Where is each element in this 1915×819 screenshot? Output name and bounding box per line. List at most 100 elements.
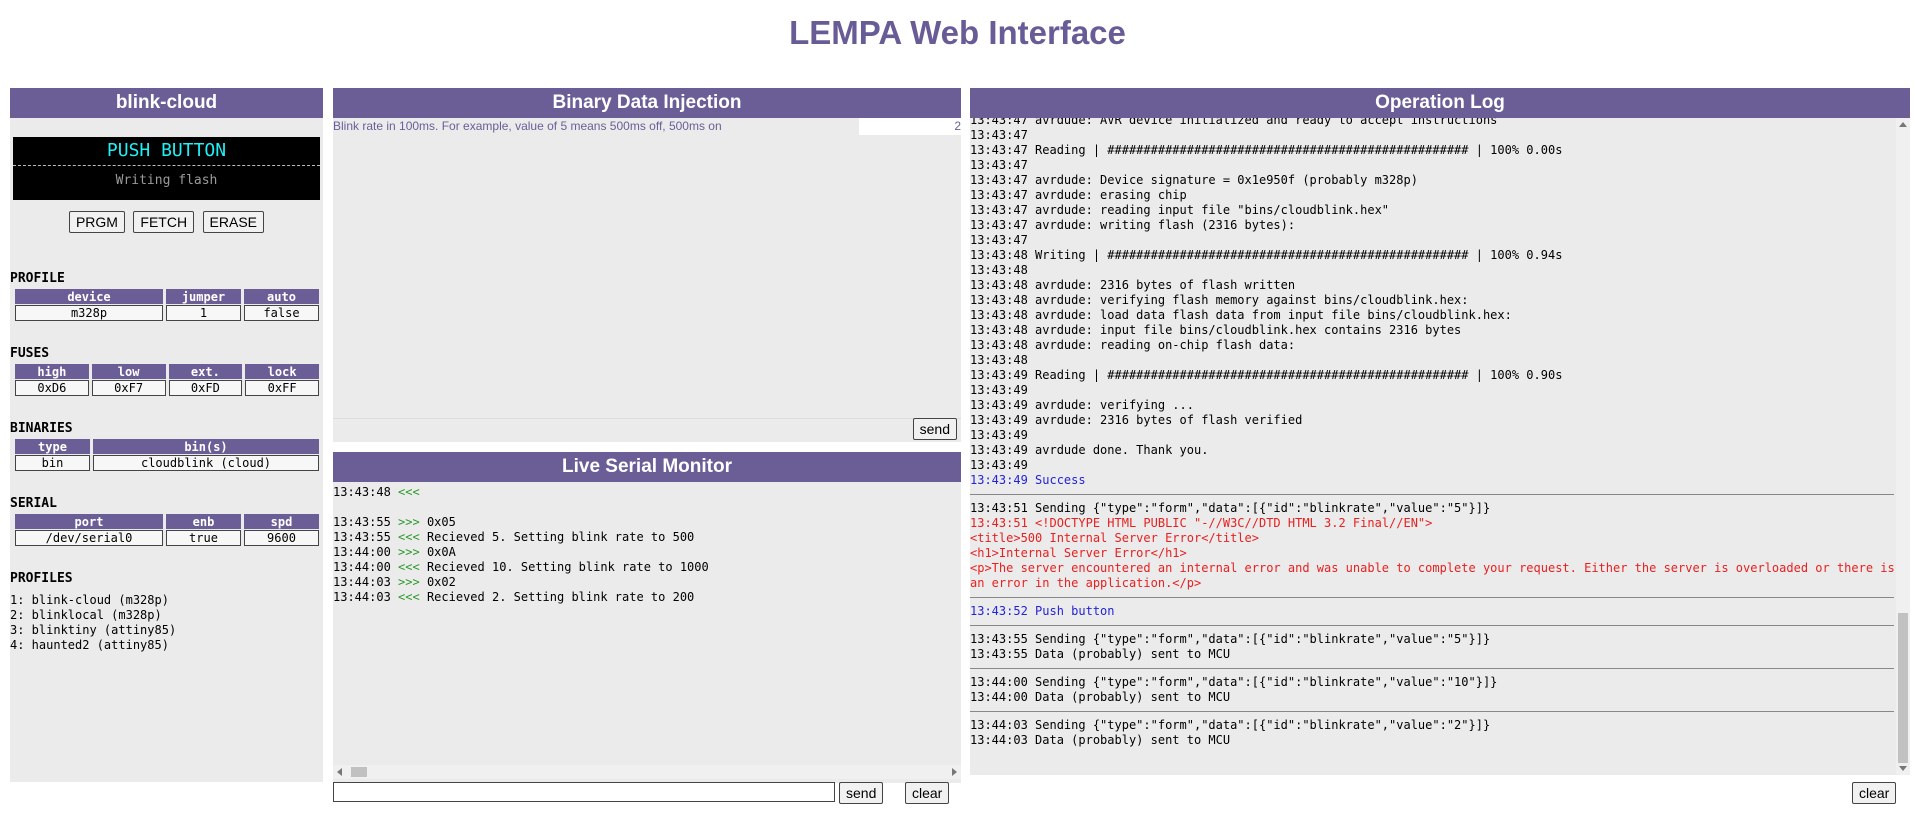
log-separator [970,494,1894,495]
serial-log-line [333,500,961,515]
serial-direction: <<< [398,590,420,604]
serial-timestamp: 13:43:48 [333,485,391,499]
table-header: auto [244,289,319,304]
serial-text: 0x02 [426,575,456,589]
device-panel-heading: blink-cloud [10,88,323,118]
serial-enb-value: true [166,530,241,546]
profile-item[interactable]: 2: blinklocal (m328p) [10,608,176,623]
operation-log-panel: Operation Log 13:43:47 avrdude: AVR devi… [970,88,1910,775]
serial-direction: <<< [398,530,420,544]
log-line: 13:43:49 [970,428,1028,442]
vertical-scrollbar[interactable] [1896,118,1910,775]
profile-item[interactable]: 3: blinktiny (attiny85) [10,623,176,638]
log-line: 13:43:47 avrdude: reading input file "bi… [970,203,1390,217]
fuse-ext-value: 0xFD [168,380,243,396]
log-line: 13:44:03 Data (probably) sent to MCU [970,733,1231,747]
operation-log-body: 13:43:47 avrdude: AVR device initialized… [970,118,1910,775]
binary-name-value: cloudblink (cloud) [93,455,319,471]
log-line: 13:43:48 [970,263,1028,277]
profile-section-label: PROFILE [10,271,65,286]
serial-log-line: 13:44:03 <<< Recieved 2. Setting blink r… [333,590,961,605]
log-line: 13:43:49 [970,458,1028,472]
log-line: 13:44:00 Sending {"type":"form","data":[… [970,675,1498,689]
serial-clear-button[interactable]: clear [905,782,950,804]
log-line: 13:43:47 avrdude: AVR device initialized… [970,118,1498,127]
blink-rate-hint: Blink rate in 100ms. For example, value … [333,119,722,133]
profile-item[interactable]: 1: blink-cloud (m328p) [10,593,176,608]
log-line: 13:43:47 [970,233,1028,247]
log-line: 13:43:47 [970,128,1028,142]
serial-timestamp: 13:44:03 [333,590,391,604]
log-line: 13:43:49 [970,383,1028,397]
device-panel: blink-cloud PUSH BUTTON Writing flash PR… [10,88,323,782]
prgm-button[interactable]: PRGM [68,211,125,233]
serial-timestamp: 13:44:03 [333,575,391,589]
table-header: enb [166,514,241,529]
log-separator [970,711,1894,712]
binaries-table: type bin(s) bin cloudblink (cloud) [12,438,322,472]
log-error-line: <title>500 Internal Server Error</title> [970,531,1259,545]
page-title: LEMPA Web Interface [789,14,1126,51]
lcd-line-2: Writing flash [115,173,218,188]
serial-text: Recieved 5. Setting blink rate to 500 [426,530,695,544]
serial-spd-value: 9600 [244,530,319,546]
serial-text: Recieved 2. Setting blink rate to 200 [426,590,695,604]
log-line: 13:43:48 [970,353,1028,367]
log-line: 13:43:48 avrdude: verifying flash memory… [970,293,1469,307]
serial-log-line: 13:43:48 <<< [333,485,961,500]
log-error-line: an error in the application.</p> [970,576,1202,590]
erase-button[interactable]: ERASE [202,211,265,233]
log-line: 13:43:49 avrdude: 2316 bytes of flash ve… [970,413,1303,427]
serial-log-line: 13:44:03 >>> 0x02 [333,575,961,590]
fuses-section-label: FUSES [10,346,50,361]
table-header: device [15,289,163,304]
log-line: 13:43:48 avrdude: load data flash data f… [970,308,1512,322]
table-header: ext. [168,364,243,379]
fetch-button[interactable]: FETCH [133,211,195,233]
log-line: 13:43:55 Data (probably) sent to MCU [970,647,1231,661]
serial-timestamp: 13:43:55 [333,530,391,544]
serial-input[interactable] [333,782,835,802]
table-header: spd [244,514,319,529]
lcd-display: PUSH BUTTON Writing flash [13,137,320,200]
log-separator [970,597,1894,598]
log-line: 13:43:48 avrdude: reading on-chip flash … [970,338,1296,352]
oplog-clear-button[interactable]: clear [1852,782,1897,804]
serial-monitor-heading: Live Serial Monitor [333,452,961,482]
profile-device-value: m328p [15,305,163,321]
serial-direction: <<< [398,560,420,574]
lcd-line-1: PUSH BUTTON [13,137,320,166]
serial-timestamp: 13:44:00 [333,560,391,574]
control-buttons: PRGM FETCH ERASE [10,211,323,233]
binary-type-value: bin [15,455,90,471]
binary-injection-heading: Binary Data Injection [333,88,961,118]
serial-direction: >>> [398,575,420,589]
blink-rate-input[interactable]: 2 [859,118,961,135]
profile-jumper-value: 1 [166,305,241,321]
horizontal-scrollbar[interactable] [333,765,961,779]
table-header: jumper [166,289,241,304]
profiles-section-label: PROFILES [10,571,73,586]
log-push: 13:43:52 Push button [970,604,1115,618]
log-error-line: 13:43:51 <!DOCTYPE HTML PUBLIC "-//W3C//… [970,516,1433,530]
profiles-list: 1: blink-cloud (m328p) 2: blinklocal (m3… [10,593,176,653]
serial-text: 0x0A [426,545,456,559]
serial-send-button[interactable]: send [839,782,884,804]
serial-monitor-panel: Live Serial Monitor 13:43:48 <<< 13:43:5… [333,452,961,783]
profile-item[interactable]: 4: haunted2 (attiny85) [10,638,176,653]
profile-table: device jumper auto m328p 1 false [12,288,322,322]
serial-section-label: SERIAL [10,496,57,511]
operation-log-heading: Operation Log [970,88,1910,118]
serial-direction: >>> [398,545,420,559]
log-line: 13:43:55 Sending {"type":"form","data":[… [970,632,1491,646]
serial-port-value: /dev/serial0 [15,530,163,546]
fuse-lock-value: 0xFF [245,380,319,396]
fuse-high-value: 0xD6 [15,380,89,396]
serial-log-line: 13:44:00 <<< Recieved 10. Setting blink … [333,560,961,575]
log-error-line: <p>The server encountered an internal er… [970,561,1895,575]
serial-text: 0x05 [426,515,456,529]
fuses-table: high low ext. lock 0xD6 0xF7 0xFD 0xFF [12,363,322,397]
inject-send-button[interactable]: send [912,418,957,440]
serial-timestamp: 13:43:55 [333,515,391,529]
log-line: 13:43:47 avrdude: writing flash (2316 by… [970,218,1296,232]
